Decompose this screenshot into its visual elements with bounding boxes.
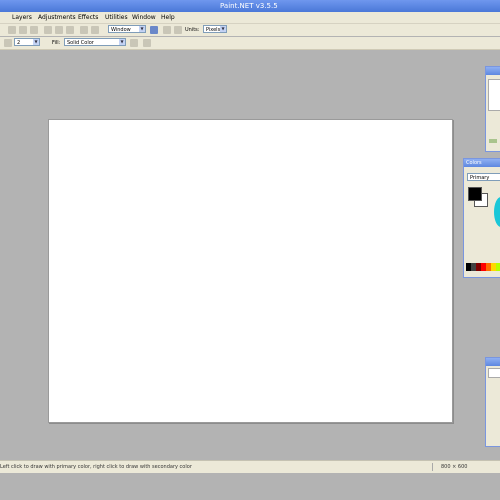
status-hint: Left click to draw with primary color, r… (0, 464, 192, 470)
units-dropdown[interactable]: Pixels ▼ (203, 25, 227, 33)
open-icon[interactable] (19, 26, 27, 34)
color-wheel[interactable] (494, 197, 500, 227)
cut-icon[interactable] (44, 26, 52, 34)
fill-label: Fill: (52, 40, 61, 46)
history-item[interactable] (488, 368, 500, 378)
antialiasing-icon[interactable] (130, 39, 138, 47)
window-title: Paint.NET v3.5.5 (220, 2, 278, 10)
copy-icon[interactable] (55, 26, 63, 34)
window-dropdown[interactable]: Window ▼ (108, 25, 146, 33)
save-icon[interactable] (30, 26, 38, 34)
menu-window[interactable]: Window (132, 12, 156, 23)
paste-icon[interactable] (66, 26, 74, 34)
history-panel-titlebar[interactable] (486, 358, 500, 366)
fill-value: Solid Color (67, 40, 94, 46)
colors-panel: Colors Primary (463, 158, 500, 278)
redo-icon[interactable] (91, 26, 99, 34)
blend-mode-icon[interactable] (143, 39, 151, 47)
image-size-readout: 800 × 600 (441, 464, 468, 470)
brush-width-dropdown[interactable]: 2 ▼ (14, 38, 40, 46)
brush-width-value: 2 (17, 40, 21, 46)
chevron-down-icon: ▼ (139, 26, 145, 32)
menu-bar: Layers Adjustments Effects Utilities Win… (0, 12, 500, 24)
tools-list[interactable] (488, 79, 500, 111)
chevron-down-icon: ▼ (119, 39, 125, 45)
print-icon[interactable] (163, 26, 171, 34)
menu-adjustments[interactable]: Adjustments (38, 12, 76, 23)
chevron-down-icon: ▼ (33, 39, 39, 45)
menu-utilities[interactable]: Utilities (105, 12, 128, 23)
menu-effects[interactable]: Effects (78, 12, 98, 23)
window-dropdown-value: Window (111, 27, 131, 33)
menu-help[interactable]: Help (161, 12, 175, 23)
brush-width-icon (4, 39, 12, 47)
ruler-icon[interactable] (174, 26, 182, 34)
chevron-down-icon: ▼ (220, 26, 226, 32)
color-selector-dropdown[interactable]: Primary (467, 173, 500, 181)
palette-swatch[interactable] (496, 263, 500, 271)
history-panel (485, 357, 500, 447)
status-separator (432, 463, 433, 471)
image-canvas[interactable] (48, 119, 453, 423)
status-bar: Left click to draw with primary color, r… (0, 460, 500, 473)
primary-color-swatch[interactable] (468, 187, 482, 201)
units-label: Units: (185, 27, 200, 33)
menu-layers[interactable]: Layers (12, 12, 32, 23)
main-toolbar: Window ▼ Units: Pixels ▼ (0, 24, 500, 36)
pointer-icon[interactable] (150, 26, 158, 34)
undo-icon[interactable] (80, 26, 88, 34)
tool-options-toolbar: 2 ▼ Fill: Solid Color ▼ (0, 37, 500, 50)
tools-panel (485, 66, 500, 152)
units-value: Pixels (206, 27, 221, 33)
colors-panel-title[interactable]: Colors (464, 159, 500, 167)
new-icon[interactable] (8, 26, 16, 34)
tool-icon[interactable] (489, 139, 497, 143)
tools-panel-titlebar[interactable] (486, 67, 500, 75)
title-bar: Paint.NET v3.5.5 (0, 0, 500, 12)
fill-dropdown[interactable]: Solid Color ▼ (64, 38, 126, 46)
